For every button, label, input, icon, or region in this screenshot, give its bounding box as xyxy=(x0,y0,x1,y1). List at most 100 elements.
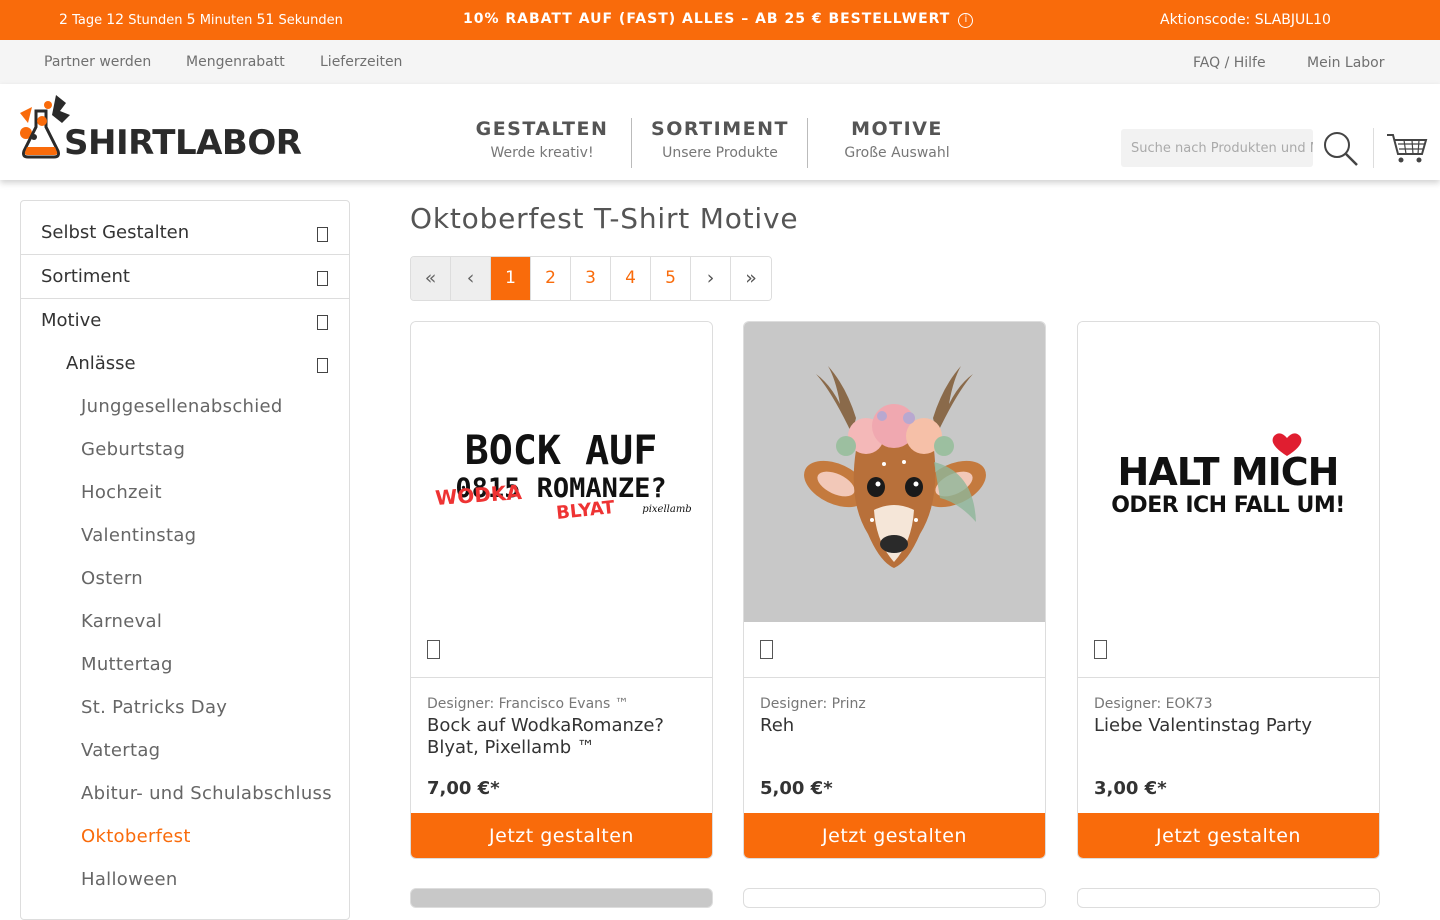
first-page-button[interactable]: « xyxy=(411,257,451,300)
product-card[interactable] xyxy=(410,888,713,908)
product-name[interactable]: Reh xyxy=(760,715,1030,737)
faq-link-label: FAQ / Hilfe xyxy=(1193,55,1266,71)
countdown-seconds: 51 xyxy=(256,12,275,28)
expand-icon[interactable] xyxy=(317,227,328,242)
volume-discount-label: Mengenrabatt xyxy=(186,54,285,70)
search-input[interactable] xyxy=(1121,129,1313,167)
account-link-label: Mein Labor xyxy=(1307,55,1385,71)
header-divider xyxy=(1373,128,1374,168)
product-image[interactable]: BOCK AUF 0815 ROMANZE? WODKA BLYAT pixel… xyxy=(411,322,712,622)
sidebar-item-st-patricks-day[interactable]: St. Patricks Day xyxy=(21,687,349,730)
product-image[interactable]: HALT MICH ODER ICH FALL UM! xyxy=(1078,322,1379,622)
page-5-button[interactable]: 5 xyxy=(651,257,691,300)
delivery-times-label: Lieferzeiten xyxy=(320,54,403,70)
next-page-button[interactable]: › xyxy=(691,257,731,300)
page-1-button[interactable]: 1 xyxy=(491,257,531,300)
expand-icon[interactable] xyxy=(317,271,328,286)
product-price: 3,00 €* xyxy=(1094,778,1167,799)
promo-deal-text: 10% RABATT AUF (FAST) ALLES – AB 25 € BE… xyxy=(463,11,951,27)
product-card[interactable]: BOCK AUF 0815 ROMANZE? WODKA BLYAT pixel… xyxy=(410,321,713,859)
page-2-button[interactable]: 2 xyxy=(531,257,571,300)
card-divider xyxy=(411,677,712,678)
sidebar-item-selbst-gestalten[interactable]: Selbst Gestalten xyxy=(21,211,349,255)
sidebar-item-label: Hochzeit xyxy=(81,482,162,503)
faq-link[interactable]: FAQ / Hilfe xyxy=(1189,55,1266,71)
product-card[interactable] xyxy=(1077,888,1380,908)
product-image[interactable] xyxy=(744,322,1045,622)
sidebar-item-label: Oktoberfest xyxy=(81,826,191,847)
delivery-times-link[interactable]: Lieferzeiten xyxy=(316,54,402,70)
product-card[interactable]: HALT MICH ODER ICH FALL UM! Designer: EO… xyxy=(1077,321,1380,859)
collapse-icon[interactable] xyxy=(317,315,328,330)
bookmark-icon[interactable] xyxy=(427,640,440,659)
product-card[interactable] xyxy=(743,888,1046,908)
nav-motive[interactable]: MOTIVE Große Auswahl xyxy=(832,118,962,161)
promo-bar: 2 Tage 12 Stunden 5 Minuten 51 Sekunden … xyxy=(0,0,1440,40)
design-line-1: BOCK AUF xyxy=(465,428,658,474)
sidebar-item-karneval[interactable]: Karneval xyxy=(21,601,349,644)
page-3-button[interactable]: 3 xyxy=(571,257,611,300)
sidebar-item-oktoberfest[interactable]: Oktoberfest xyxy=(21,816,349,859)
last-page-button[interactable]: » xyxy=(731,257,771,300)
sidebar-item-ostern[interactable]: Ostern xyxy=(21,558,349,601)
sidebar-item-valentinstag[interactable]: Valentinstag xyxy=(21,515,349,558)
sidebar-item-label: Abitur- und Schulabschluss xyxy=(81,783,332,804)
sidebar-item-vatertag[interactable]: Vatertag xyxy=(21,730,349,773)
volume-discount-link[interactable]: Mengenrabatt xyxy=(182,54,285,70)
customize-button[interactable]: Jetzt gestalten xyxy=(744,813,1045,858)
sidebar-item-label: St. Patricks Day xyxy=(81,697,228,718)
sidebar-item-sortiment[interactable]: Sortiment xyxy=(21,255,349,299)
bookmark-icon[interactable] xyxy=(760,640,773,659)
sidebar-item-label: Anlässe xyxy=(66,353,136,374)
bock-auf-design-image: BOCK AUF 0815 ROMANZE? WODKA BLYAT pixel… xyxy=(434,428,691,524)
account-link[interactable]: Mein Labor xyxy=(1303,55,1385,71)
sidebar-item-label: Selbst Gestalten xyxy=(41,222,190,243)
design-line-2: ODER ICH FALL UM! xyxy=(1111,493,1345,518)
logo[interactable]: SHIRTLABOR xyxy=(18,93,302,163)
sidebar-item-label: Halloween xyxy=(81,869,178,890)
design-signature: pixellamb xyxy=(642,504,691,515)
card-divider xyxy=(1078,677,1379,678)
bookmark-icon[interactable] xyxy=(1094,640,1107,659)
nav-motive-title: MOTIVE xyxy=(851,118,943,140)
sidebar-item-halloween[interactable]: Halloween xyxy=(21,859,349,902)
nav-gestalten[interactable]: GESTALTEN Werde kreativ! xyxy=(472,118,612,161)
sidebar-item-anlaesse[interactable]: Anlässe xyxy=(21,342,349,386)
halt-mich-design-image: HALT MICH ODER ICH FALL UM! xyxy=(1111,433,1345,518)
deer-design-image xyxy=(804,366,986,568)
customize-button[interactable]: Jetzt gestalten xyxy=(1078,813,1379,858)
product-name[interactable]: Bock auf WodkaRomanze? Blyat, Pixellamb … xyxy=(427,715,697,759)
nav-gestalten-sub: Werde kreativ! xyxy=(490,145,594,161)
sidebar-item-label: Valentinstag xyxy=(81,525,197,546)
partner-link[interactable]: Partner werden xyxy=(40,54,151,70)
sidebar-item-motive[interactable]: Motive xyxy=(21,299,349,343)
sidebar-item-muttertag[interactable]: Muttertag xyxy=(21,644,349,687)
pagination: « ‹ 1 2 3 4 5 › » xyxy=(410,256,772,301)
countdown: 2 Tage 12 Stunden 5 Minuten 51 Sekunden xyxy=(59,12,343,28)
product-name[interactable]: Liebe Valentinstag Party xyxy=(1094,715,1364,737)
customize-button[interactable]: Jetzt gestalten xyxy=(411,813,712,858)
product-card[interactable]: Designer: Prinz Reh 5,00 €* Jetzt gestal… xyxy=(743,321,1046,859)
sidebar-item-hochzeit[interactable]: Hochzeit xyxy=(21,472,349,515)
sidebar-item-junggesellenabschied[interactable]: Junggesellenabschied xyxy=(21,386,349,429)
sidebar-item-abitur[interactable]: Abitur- und Schulabschluss xyxy=(21,773,349,816)
countdown-days-label: Tage xyxy=(72,13,103,28)
countdown-days: 2 xyxy=(59,12,68,28)
collapse-icon[interactable] xyxy=(317,358,328,373)
sidebar-item-label: Ostern xyxy=(81,568,143,589)
prev-page-button[interactable]: ‹ xyxy=(451,257,491,300)
category-sidebar: Selbst Gestalten Sortiment Motive Anläss… xyxy=(20,200,350,920)
cart-icon[interactable] xyxy=(1386,132,1428,164)
sidebar-item-label: Motive xyxy=(41,310,102,331)
info-icon[interactable]: i xyxy=(958,13,974,28)
page-4-button[interactable]: 4 xyxy=(611,257,651,300)
nav-divider xyxy=(631,118,632,168)
search-icon[interactable] xyxy=(1322,130,1360,168)
product-designer: Designer: EOK73 xyxy=(1094,696,1213,712)
nav-sortiment[interactable]: SORTIMENT Unsere Produkte xyxy=(645,118,795,161)
promo-code: Aktionscode: SLABJUL10 xyxy=(1160,12,1331,28)
sidebar-item-label: Vatertag xyxy=(81,740,161,761)
nav-motive-sub: Große Auswahl xyxy=(844,145,950,161)
sidebar-item-geburtstag[interactable]: Geburtstag xyxy=(21,429,349,472)
design-overlay-1: WODKA xyxy=(434,480,523,510)
